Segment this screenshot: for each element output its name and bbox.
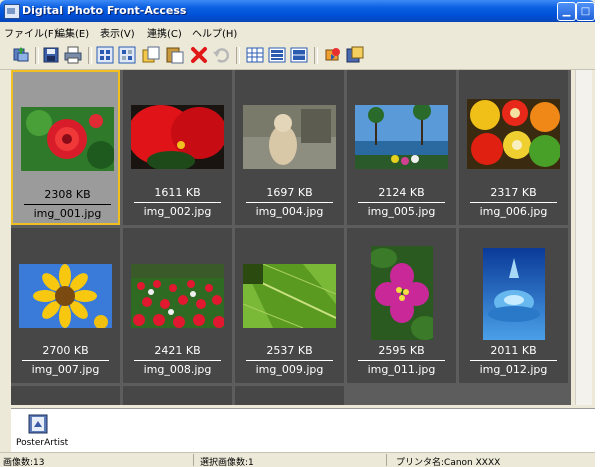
file-name-label: img_011.jpg xyxy=(367,363,436,376)
photo-thumbnail[interactable] xyxy=(467,99,560,169)
save-icon[interactable] xyxy=(42,46,60,64)
thumbnail-cell[interactable]: 2700 KB img_007.jpg xyxy=(11,228,120,383)
thumbnail-cell[interactable]: 2011 KB img_012.jpg xyxy=(459,228,568,383)
thumbnail-cell[interactable]: 2595 KB img_011.jpg xyxy=(347,228,456,383)
menu-view[interactable]: 表示(V) xyxy=(100,25,135,40)
photo-thumbnail[interactable] xyxy=(19,264,112,328)
app-window: Digital Photo Front-Access ▁ □ ファイル(F) 編… xyxy=(0,0,595,467)
thumbnail-cell[interactable] xyxy=(123,386,232,405)
menu-bar: ファイル(F) 編集(E) 表示(V) 連携(C) ヘルプ(H) xyxy=(0,22,595,41)
posterartist-icon[interactable] xyxy=(27,413,51,435)
undo-icon[interactable] xyxy=(212,46,230,64)
thumbnail-cell[interactable]: 2537 KB img_009.jpg xyxy=(235,228,344,383)
slideshow-icon[interactable] xyxy=(324,46,342,64)
minimize-button[interactable]: ▁ xyxy=(557,2,576,21)
photo-thumbnail[interactable] xyxy=(355,105,448,169)
view-small-icon[interactable] xyxy=(246,46,264,64)
view-medium-icon[interactable] xyxy=(268,46,286,64)
import-icon[interactable] xyxy=(12,46,30,64)
file-size-label: 2595 KB xyxy=(378,344,425,357)
thumbnail-cell[interactable] xyxy=(11,386,120,405)
photo-thumbnail[interactable] xyxy=(243,264,336,328)
photo-thumbnail[interactable] xyxy=(483,248,545,340)
file-size-label: 1611 KB xyxy=(154,186,201,199)
thumbnail-cell[interactable]: 2124 KB img_005.jpg xyxy=(347,70,456,225)
delete-icon[interactable] xyxy=(190,46,208,64)
menu-file[interactable]: ファイル(F) xyxy=(4,25,58,40)
file-size-label: 1697 KB xyxy=(266,186,313,199)
paste-icon[interactable] xyxy=(166,46,184,64)
maximize-button[interactable]: □ xyxy=(576,2,595,21)
menu-edit[interactable]: 編集(E) xyxy=(55,25,89,40)
file-size-label: 2700 KB xyxy=(42,344,89,357)
image-count-status: 画像数:13 xyxy=(3,458,45,467)
file-size-label: 2317 KB xyxy=(490,186,537,199)
photo-thumbnail[interactable] xyxy=(371,246,433,340)
send-icon[interactable] xyxy=(346,46,364,64)
file-name-label: img_002.jpg xyxy=(143,205,212,218)
print-icon[interactable] xyxy=(64,46,82,64)
view-large-icon[interactable] xyxy=(290,46,308,64)
toolbar xyxy=(0,41,595,70)
photo-thumbnail[interactable] xyxy=(131,264,224,328)
thumbnail-cell[interactable]: 1697 KB img_004.jpg xyxy=(235,70,344,225)
thumbnail-cell[interactable]: 2317 KB img_006.jpg xyxy=(459,70,568,225)
file-size-label: 2308 KB xyxy=(44,188,91,201)
file-size-label: 2421 KB xyxy=(154,344,201,357)
file-name-label: img_005.jpg xyxy=(367,205,436,218)
thumbnail-grid: 2308 KB img_001.jpg 1611 KB img_002.jpg … xyxy=(11,70,571,405)
file-name-label: img_007.jpg xyxy=(31,363,100,376)
status-bar: 画像数:13 選択画像数:1 プリンタ名:Canon XXXX xyxy=(0,452,595,467)
file-size-label: 2124 KB xyxy=(378,186,425,199)
file-name-label: img_006.jpg xyxy=(479,205,548,218)
file-name-label: img_004.jpg xyxy=(255,205,324,218)
select-all-icon[interactable] xyxy=(96,46,114,64)
photo-thumbnail[interactable] xyxy=(243,105,336,169)
select-icon[interactable] xyxy=(118,46,136,64)
menu-link[interactable]: 連携(C) xyxy=(147,25,182,40)
file-size-label: 2011 KB xyxy=(490,344,537,357)
thumbnail-cell[interactable] xyxy=(235,386,344,405)
window-title: Digital Photo Front-Access xyxy=(22,4,187,17)
link-panel: PosterArtist xyxy=(11,408,595,453)
app-icon xyxy=(4,4,20,19)
posterartist-label[interactable]: PosterArtist xyxy=(16,438,68,448)
thumbnail-cell[interactable]: 2308 KB img_001.jpg xyxy=(11,70,120,225)
file-name-label: img_001.jpg xyxy=(33,207,102,220)
copy-icon[interactable] xyxy=(142,46,160,64)
file-size-label: 2537 KB xyxy=(266,344,313,357)
photo-thumbnail[interactable] xyxy=(131,105,224,169)
menu-help[interactable]: ヘルプ(H) xyxy=(192,25,237,40)
thumbnail-cell[interactable]: 2421 KB img_008.jpg xyxy=(123,228,232,383)
printer-status: プリンタ名:Canon XXXX xyxy=(396,458,501,467)
photo-thumbnail[interactable] xyxy=(21,107,114,171)
thumbnail-cell[interactable]: 1611 KB img_002.jpg xyxy=(123,70,232,225)
file-name-label: img_008.jpg xyxy=(143,363,212,376)
file-name-label: img_012.jpg xyxy=(479,363,548,376)
file-name-label: img_009.jpg xyxy=(255,363,324,376)
selected-count-status: 選択画像数:1 xyxy=(200,458,254,467)
vertical-scrollbar[interactable] xyxy=(575,70,592,405)
title-bar[interactable]: Digital Photo Front-Access ▁ □ xyxy=(0,0,595,22)
